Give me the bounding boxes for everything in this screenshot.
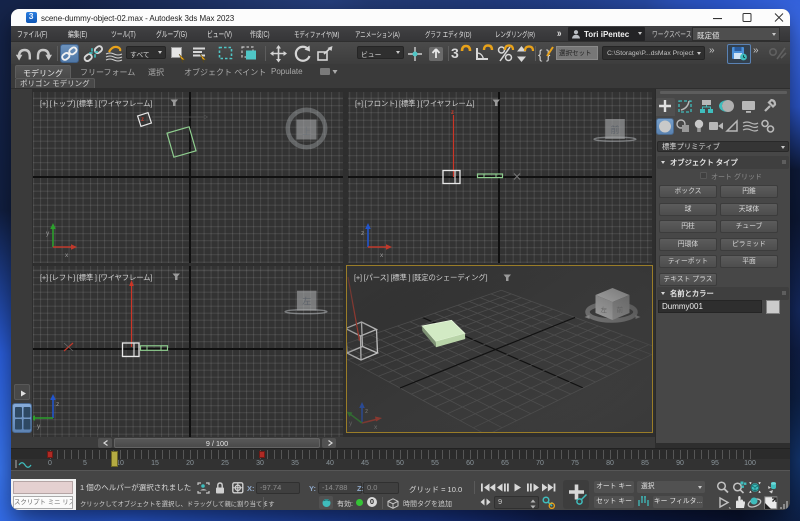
svg-text:左: 左 <box>302 296 311 307</box>
svg-text:x: x <box>380 252 384 259</box>
svg-text:x: x <box>65 252 69 259</box>
svg-text:y: y <box>37 423 41 430</box>
svg-text:前: 前 <box>611 124 620 135</box>
svg-text:z: z <box>361 230 364 237</box>
svg-text:z: z <box>56 401 59 408</box>
svg-text:y: y <box>46 230 50 237</box>
svg-text:z: z <box>451 110 454 116</box>
svg-text:3: 3 <box>451 45 459 61</box>
svg-text:z: z <box>141 117 144 123</box>
svg-text:上: 上 <box>302 127 311 137</box>
